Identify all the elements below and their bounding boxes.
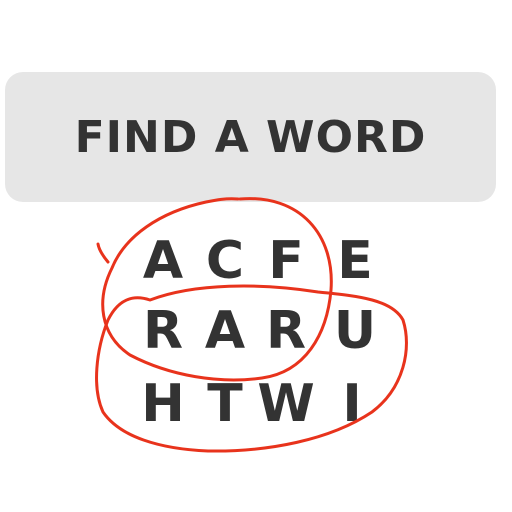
grid-letter-r3c1[interactable]: H [141, 378, 185, 430]
grid-letter-r1c2[interactable]: C [206, 235, 244, 287]
grid-letter-r2c2[interactable]: A [205, 305, 245, 357]
grid-letter-r3c2[interactable]: T [207, 378, 242, 430]
grid-letter-r3c4[interactable]: I [342, 378, 361, 430]
grid-letter-r2c4[interactable]: U [334, 305, 376, 357]
grid-letter-r2c1[interactable]: R [143, 305, 183, 357]
grid-letter-r1c3[interactable]: F [268, 235, 304, 287]
grid-letter-r3c3[interactable]: W [257, 378, 314, 430]
game-title: FIND A WORD [74, 111, 427, 163]
grid-letter-r1c1[interactable]: A [143, 235, 183, 287]
grid-letter-r2c3[interactable]: R [266, 305, 306, 357]
grid-letter-r1c4[interactable]: E [337, 235, 373, 287]
title-banner: FIND A WORD [5, 72, 496, 202]
